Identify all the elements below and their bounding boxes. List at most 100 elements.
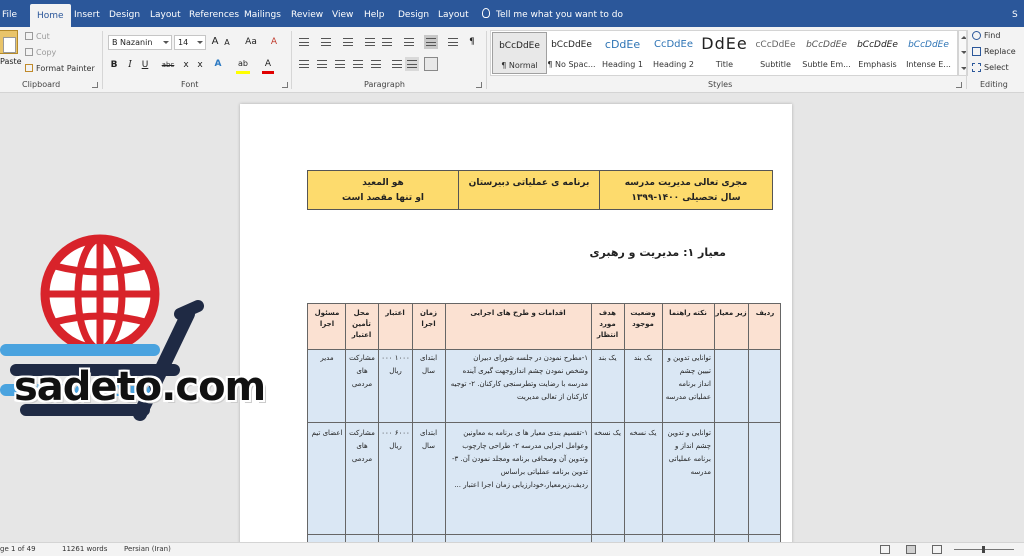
ltr-button[interactable] xyxy=(402,35,416,49)
sort-button[interactable] xyxy=(446,35,460,49)
shading-button[interactable] xyxy=(405,57,419,71)
tab-help[interactable]: Help xyxy=(364,0,385,27)
styles-launcher-icon[interactable] xyxy=(956,82,962,88)
cell-owner[interactable]: اعضای تیم xyxy=(311,427,343,440)
outdent-icon xyxy=(365,38,375,46)
format-painter-button[interactable]: Format Painter xyxy=(25,64,95,73)
paste-icon[interactable] xyxy=(0,30,18,54)
tab-review[interactable]: Review xyxy=(291,0,323,27)
cell-owner[interactable]: مدیر xyxy=(311,352,343,365)
word-count[interactable]: 11261 words xyxy=(62,543,107,556)
page-count[interactable]: ge 1 of 49 xyxy=(0,543,36,556)
clipboard-launcher-icon[interactable] xyxy=(92,82,98,88)
cell-budget[interactable]: ۶۰۰۰ ۰۰۰ ریال xyxy=(381,427,410,453)
change-case-button[interactable]: Aa xyxy=(243,35,259,49)
header-cell-program[interactable]: برنامه ی عملیاتی دبیرستان xyxy=(458,171,599,209)
header-cell-motto[interactable]: هو المعید او تنها مقصد است xyxy=(308,171,458,209)
text-effects-button[interactable]: A xyxy=(212,57,224,71)
cut-button[interactable]: Cut xyxy=(25,32,50,41)
align-left-button[interactable] xyxy=(297,57,311,71)
style-heading-2[interactable]: CcDdEe Heading 2 xyxy=(646,32,701,74)
document-canvas[interactable]: هو المعید او تنها مقصد است برنامه ی عملی… xyxy=(0,94,1024,542)
subscript-button[interactable]: x xyxy=(181,58,191,72)
borders-button[interactable] xyxy=(424,57,438,71)
decrease-indent-button[interactable] xyxy=(363,35,377,49)
tell-me-search[interactable]: Tell me what you want to do xyxy=(482,0,623,27)
tab-layout[interactable]: Layout xyxy=(150,0,181,27)
bullets-icon xyxy=(299,38,309,46)
bullets-button[interactable] xyxy=(297,35,311,49)
tab-table-design[interactable]: Design xyxy=(398,0,429,27)
select-button[interactable]: Select xyxy=(972,63,1009,72)
superscript-button[interactable]: x xyxy=(195,58,205,72)
find-button[interactable]: Find xyxy=(972,31,1000,40)
web-layout-icon[interactable] xyxy=(932,545,942,554)
clear-formatting-button[interactable]: A xyxy=(268,35,280,49)
style-subtitle[interactable]: cCcDdEe Subtitle xyxy=(748,32,803,74)
style-emphasis[interactable]: bCcDdEe Emphasis xyxy=(850,32,905,74)
tab-file[interactable]: File xyxy=(2,0,17,27)
tab-mailings[interactable]: Mailings xyxy=(244,0,281,27)
style-heading-1[interactable]: cDdEe Heading 1 xyxy=(595,32,650,74)
language-indicator[interactable]: Persian (Iran) xyxy=(124,543,171,556)
style-intense-emphasis[interactable]: bCcDdEe Intense E... xyxy=(901,32,956,74)
style-title[interactable]: DdEe Title xyxy=(697,32,752,74)
cell-guide[interactable]: توانایی تدوین و تبیین چشم انداز برنامه ع… xyxy=(665,352,711,404)
cell-budget[interactable]: ۱۰۰۰ ۰۰۰ ریال xyxy=(381,352,410,378)
share-button[interactable]: S xyxy=(1012,0,1018,27)
strikethrough-button[interactable]: abc xyxy=(160,58,176,72)
multilevel-list-button[interactable] xyxy=(341,35,355,49)
replace-button[interactable]: Replace xyxy=(972,47,1016,56)
bold-button[interactable]: B xyxy=(109,58,119,72)
tab-insert[interactable]: Insert xyxy=(74,0,100,27)
show-marks-button[interactable]: ¶ xyxy=(467,35,477,49)
cell-actions[interactable]: ۱-مطرح نمودن در جلسه شورای دبیران وشخص ن… xyxy=(449,352,588,404)
replace-icon xyxy=(972,47,981,56)
paste-button-label[interactable]: Paste xyxy=(0,57,22,66)
cell-source[interactable]: مشارکت های مردمی xyxy=(348,427,376,466)
cell-time[interactable]: ابتدای سال xyxy=(414,427,443,453)
increase-indent-button[interactable] xyxy=(380,35,394,49)
cell-time[interactable]: ابتدای سال xyxy=(414,352,443,378)
document-page[interactable]: هو المعید او تنها مقصد است برنامه ی عملی… xyxy=(240,104,792,542)
font-size-combo[interactable]: 14 xyxy=(174,35,206,50)
highlight-button[interactable]: ab xyxy=(236,57,250,71)
criterion-heading[interactable]: معیار ۱: مدیریت و رهبری xyxy=(540,246,726,259)
align-right-button[interactable] xyxy=(333,57,347,71)
numbering-button[interactable] xyxy=(319,35,333,49)
style-no-spacing[interactable]: bCcDdEe ¶ No Spac... xyxy=(544,32,599,74)
line-spacing-button[interactable] xyxy=(390,57,404,71)
cell-actions[interactable]: ۱-تقسیم بندی معیار ها ی برنامه به معاونی… xyxy=(449,427,588,531)
zoom-thumb[interactable] xyxy=(982,546,985,553)
distributed-button[interactable] xyxy=(369,57,383,71)
cell-source[interactable]: مشارکت های مردمی xyxy=(348,352,376,391)
paragraph-launcher-icon[interactable] xyxy=(476,82,482,88)
header-cell-school[interactable]: مجری تعالی مدیریت مدرسه سال تحصیلی ۱۴۰۰-… xyxy=(599,171,772,209)
cell-target[interactable]: یک بند xyxy=(593,352,622,365)
shrink-font-button[interactable]: A xyxy=(222,36,232,50)
justify-button[interactable] xyxy=(351,57,365,71)
tab-view[interactable]: View xyxy=(332,0,353,27)
align-center-button[interactable] xyxy=(315,57,329,71)
cell-status[interactable]: یک بند xyxy=(626,352,660,365)
cut-label: Cut xyxy=(36,32,50,41)
format-painter-label: Format Painter xyxy=(36,64,95,73)
cell-target[interactable]: یک نسخه xyxy=(593,427,622,440)
grow-font-button[interactable]: A xyxy=(210,35,220,49)
cell-status[interactable]: یک نسخه xyxy=(626,427,660,440)
read-mode-icon[interactable] xyxy=(880,545,890,554)
underline-button[interactable]: U xyxy=(140,58,150,72)
font-launcher-icon[interactable] xyxy=(282,82,288,88)
font-name-combo[interactable]: B Nazanin xyxy=(108,35,172,50)
copy-button[interactable]: Copy xyxy=(25,48,56,57)
tab-table-layout[interactable]: Layout xyxy=(438,0,469,27)
rtl-button[interactable] xyxy=(424,35,438,49)
cell-guide[interactable]: توانایی و تدوین چشم انداز و برنامه عملیا… xyxy=(665,427,711,479)
tab-references[interactable]: References xyxy=(189,0,239,27)
italic-button[interactable]: I xyxy=(125,58,135,72)
style-subtle-emphasis[interactable]: bCcDdEe Subtle Em... xyxy=(799,32,854,74)
tab-design[interactable]: Design xyxy=(109,0,140,27)
font-color-button[interactable]: A xyxy=(262,57,274,71)
style-normal[interactable]: bCcDdEe ¶ Normal xyxy=(492,32,547,74)
print-layout-icon[interactable] xyxy=(906,545,916,554)
